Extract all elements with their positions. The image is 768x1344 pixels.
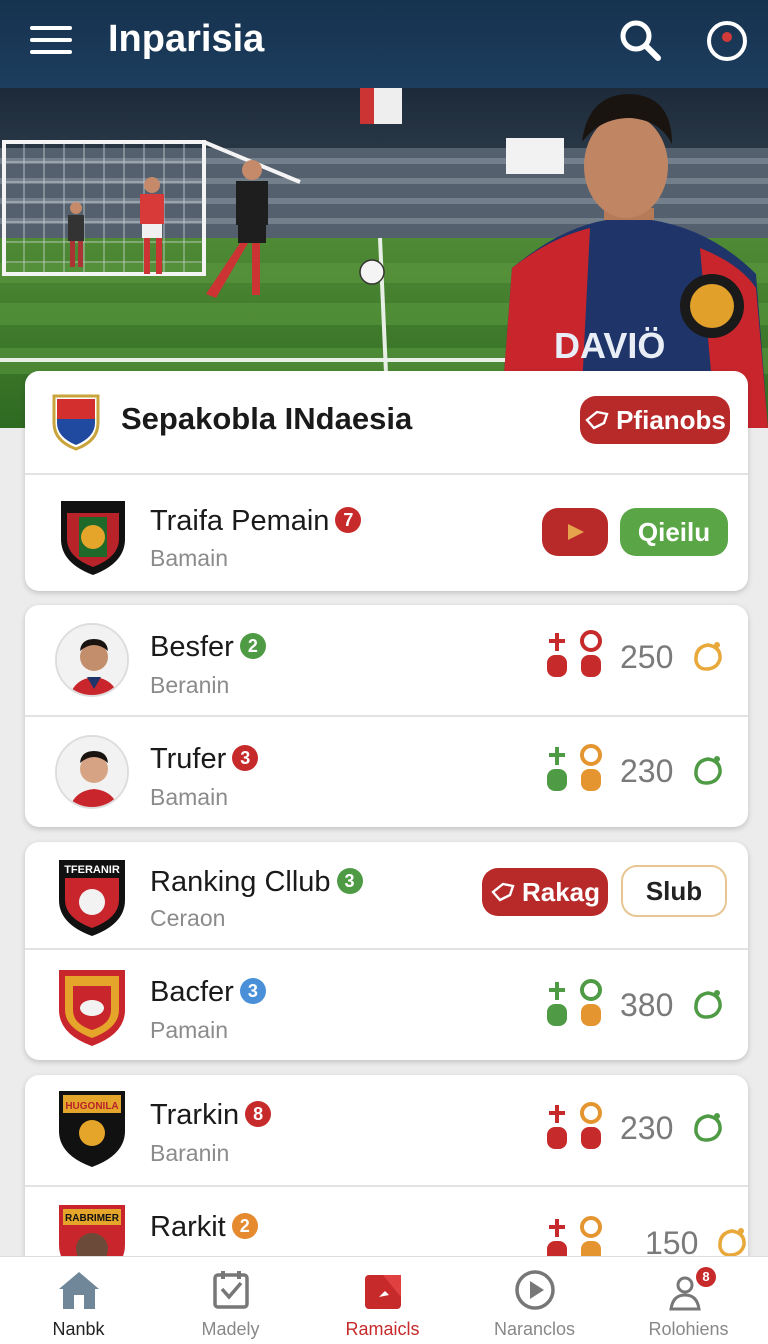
- ticket-icon: [491, 882, 515, 902]
- ranking-button[interactable]: Rakag: [482, 868, 608, 916]
- trophy-icon[interactable]: [691, 987, 725, 1021]
- list-item[interactable]: Trufer 3 Bamain 230: [25, 717, 748, 827]
- league-title: Sepakobla INdaesia: [121, 401, 413, 436]
- nav-label: Naranclos: [493, 1319, 576, 1339]
- count-badge: 3: [239, 978, 266, 1004]
- crest-text: RABRIMER: [65, 1213, 120, 1224]
- nav-item-videos[interactable]: Naranclos: [458, 1257, 611, 1344]
- club-score: 230: [620, 1110, 674, 1146]
- stats-icon: [547, 1102, 602, 1149]
- follow-button[interactable]: Qieilu: [620, 508, 728, 556]
- bottom-navigation: Nanbk Madely Ramaicls Naranclos 8 Rolohi…: [0, 1256, 768, 1344]
- club-score: 380: [620, 987, 674, 1023]
- league-shield-icon: [52, 394, 100, 451]
- league-action-button[interactable]: Pfianobs: [580, 396, 730, 444]
- top-app-bar: Inparisia: [0, 0, 768, 88]
- avatar: [55, 735, 129, 809]
- search-icon[interactable]: [616, 16, 666, 66]
- list-item[interactable]: Bacfer 3 Pamain 380: [25, 950, 748, 1060]
- jersey-text: DAVIÖ: [554, 325, 665, 366]
- record-icon[interactable]: [704, 18, 750, 64]
- club-name: Trarkin 8: [150, 1099, 272, 1132]
- ranking-header-row: TFERANIR Ranking Cllub 3 Ceraon Rakag Slu…: [25, 842, 748, 948]
- nav-label: Madely: [201, 1319, 260, 1339]
- club-crest-icon: [61, 501, 125, 575]
- menu-icon[interactable]: [30, 26, 72, 56]
- count-badge: 3: [336, 868, 363, 894]
- crest-text: TFERANIR: [64, 864, 120, 876]
- ranking-subtitle: Ceraon: [150, 905, 226, 931]
- player-name: Trufer 3: [150, 743, 259, 776]
- nav-label: Nanbk: [52, 1319, 105, 1339]
- club-subtitle: Baranin: [150, 1140, 230, 1166]
- league-header-row: Sepakobla INdaesia Pfianobs: [25, 371, 748, 473]
- player-subtitle: Beranin: [150, 672, 230, 698]
- trophy-icon[interactable]: [715, 1225, 748, 1259]
- stats-icon: [547, 744, 602, 791]
- nav-item-home[interactable]: Nanbk: [2, 1257, 155, 1344]
- player-score: 250: [620, 639, 674, 675]
- nav-item-rankings[interactable]: Ramaicls: [306, 1257, 459, 1344]
- notification-badge: 8: [696, 1267, 716, 1287]
- stats-icon: [547, 979, 602, 1026]
- nav-label: Ramaicls: [345, 1319, 420, 1339]
- list-item[interactable]: Besfer 2 Beranin 250: [25, 605, 748, 715]
- league-card: Sepakobla INdaesia Pfianobs Traifa Pemai…: [25, 371, 748, 591]
- home-icon: [59, 1272, 99, 1309]
- list-item[interactable]: Traifa Pemain 7 Bamain Qieilu: [25, 475, 748, 591]
- trophy-icon[interactable]: [691, 753, 725, 787]
- club-name: Bacfer 3: [150, 976, 266, 1009]
- play-icon: [568, 524, 584, 540]
- count-badge: 3: [232, 745, 259, 771]
- player-name: Besfer 2: [150, 631, 266, 664]
- player-subtitle: Bamain: [150, 784, 228, 810]
- nav-item-schedule[interactable]: Madely: [154, 1257, 307, 1344]
- trophy-icon[interactable]: [691, 639, 725, 673]
- player-score: 230: [620, 753, 674, 789]
- club-subtitle: Pamain: [150, 1017, 228, 1043]
- nav-label: Rolohiens: [648, 1319, 729, 1339]
- count-badge: 8: [245, 1101, 272, 1127]
- ranking-card: TFERANIR Ranking Cllub 3 Ceraon Rakag Slu…: [25, 842, 748, 1060]
- count-badge: 7: [335, 507, 362, 533]
- players-card: Besfer 2 Beranin 250 Trufer 3 Bamain 230: [25, 605, 748, 827]
- rankings-icon: [365, 1275, 401, 1309]
- nav-item-profile[interactable]: 8 Rolohiens: [612, 1257, 765, 1344]
- play-circle-icon: [515, 1270, 555, 1310]
- list-item[interactable]: HUGONILA Trarkin 8 Baranin 230: [25, 1075, 748, 1185]
- club-name: Rarkit 2: [150, 1211, 258, 1244]
- stats-icon: [547, 630, 602, 677]
- calendar-check-icon: [213, 1271, 249, 1309]
- club-crest-icon: HUGONILA: [59, 1091, 125, 1167]
- avatar: [55, 623, 129, 697]
- count-badge: 2: [239, 633, 266, 659]
- row-title: Traifa Pemain 7: [150, 505, 362, 538]
- trophy-icon[interactable]: [691, 1110, 725, 1144]
- count-badge: 2: [231, 1213, 258, 1239]
- ranking-title: Ranking Cllub 3: [150, 866, 363, 899]
- club-crest-icon: TFERANIR: [59, 860, 125, 936]
- crest-text: HUGONILA: [65, 1101, 118, 1112]
- ticket-icon: [585, 410, 609, 430]
- row-subtitle: Bamain: [150, 545, 228, 571]
- club-button[interactable]: Slub: [621, 865, 727, 917]
- app-title: Inparisia: [108, 18, 265, 60]
- play-button[interactable]: [542, 508, 608, 556]
- club-crest-icon: [59, 970, 125, 1046]
